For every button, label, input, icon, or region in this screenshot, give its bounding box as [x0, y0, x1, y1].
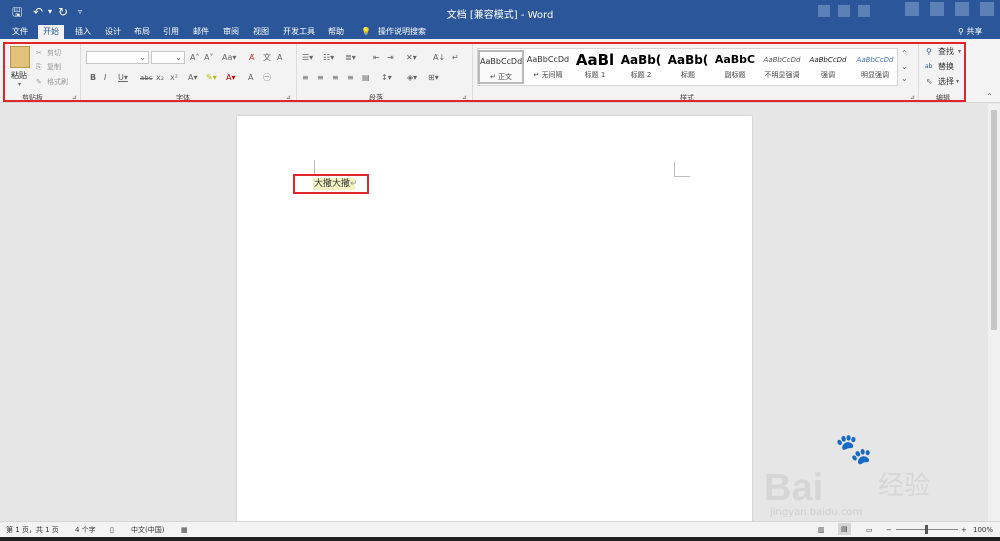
maximize-button[interactable]: [930, 2, 944, 16]
lightbulb-icon: 💡: [361, 27, 371, 36]
zoom-slider-thumb[interactable]: [925, 525, 928, 534]
watermark-brand: 经验: [878, 471, 931, 501]
tab-developer[interactable]: 开发工具: [283, 26, 315, 38]
title-bar: 🖫 ↶ ▾ ↻ ▿ 文档 [兼容模式] - Word: [0, 0, 1000, 25]
tab-design[interactable]: 设计: [105, 26, 121, 38]
tab-help[interactable]: 帮助: [328, 26, 344, 38]
tab-layout[interactable]: 布局: [134, 26, 150, 38]
close-button[interactable]: [955, 2, 969, 16]
vertical-scrollbar[interactable]: [988, 104, 1000, 521]
blur-block: [980, 2, 994, 16]
taskbar-strip: [0, 537, 1000, 541]
page-count[interactable]: 第 1 页，共 1 页: [6, 525, 59, 535]
blur-block: [858, 5, 870, 17]
web-layout-icon[interactable]: ▭: [866, 525, 873, 535]
status-bar: 第 1 页，共 1 页 4 个字 ▯ 中文(中国) ▦ ▥ ▤ ▭ − + 10…: [0, 521, 1000, 537]
tab-view[interactable]: 视图: [253, 26, 269, 38]
word-count[interactable]: 4 个字: [75, 525, 96, 535]
collapse-ribbon-icon[interactable]: ⌃: [986, 92, 993, 102]
share-label: 共享: [966, 27, 983, 36]
paw-icon: 🐾: [835, 432, 873, 467]
watermark-logo: Bai: [764, 467, 824, 509]
window-title: 文档 [兼容模式] - Word: [446, 10, 554, 21]
tab-insert[interactable]: 插入: [75, 26, 91, 38]
read-mode-icon[interactable]: ▥: [818, 525, 825, 535]
tell-me-search[interactable]: 操作说明搜索: [378, 26, 426, 38]
crop-mark-top-right: [674, 176, 690, 177]
macro-icon[interactable]: ▦: [181, 525, 188, 535]
tab-references[interactable]: 引用: [163, 26, 179, 38]
zoom-level[interactable]: 100%: [973, 525, 993, 535]
zoom-out-icon[interactable]: −: [886, 525, 892, 535]
zoom-in-icon[interactable]: +: [961, 525, 967, 535]
proofing-icon[interactable]: ▯: [110, 525, 114, 535]
language-indicator[interactable]: 中文(中国): [131, 525, 164, 535]
share-button[interactable]: ⚲ 共享: [958, 26, 982, 38]
account-avatar[interactable]: [818, 5, 830, 17]
tab-review[interactable]: 审阅: [223, 26, 239, 38]
tab-mailings[interactable]: 邮件: [193, 26, 209, 38]
watermark-url: jingyan.baidu.com: [770, 507, 863, 518]
blur-block: [838, 5, 850, 17]
print-layout-icon[interactable]: ▤: [838, 523, 851, 535]
minimize-button[interactable]: [905, 2, 919, 16]
ribbon-tabs: 文件 开始 插入 设计 布局 引用 邮件 审阅 视图 开发工具 帮助 💡 操作说…: [0, 25, 1000, 39]
scrollbar-thumb[interactable]: [991, 110, 997, 330]
text-highlight-box: [293, 174, 369, 194]
crop-mark-top-left: [314, 160, 315, 174]
tab-home[interactable]: 开始: [38, 25, 64, 39]
ribbon-highlight-box: [3, 42, 966, 102]
crop-mark-top-right: [674, 162, 675, 176]
tab-file[interactable]: 文件: [12, 26, 28, 38]
